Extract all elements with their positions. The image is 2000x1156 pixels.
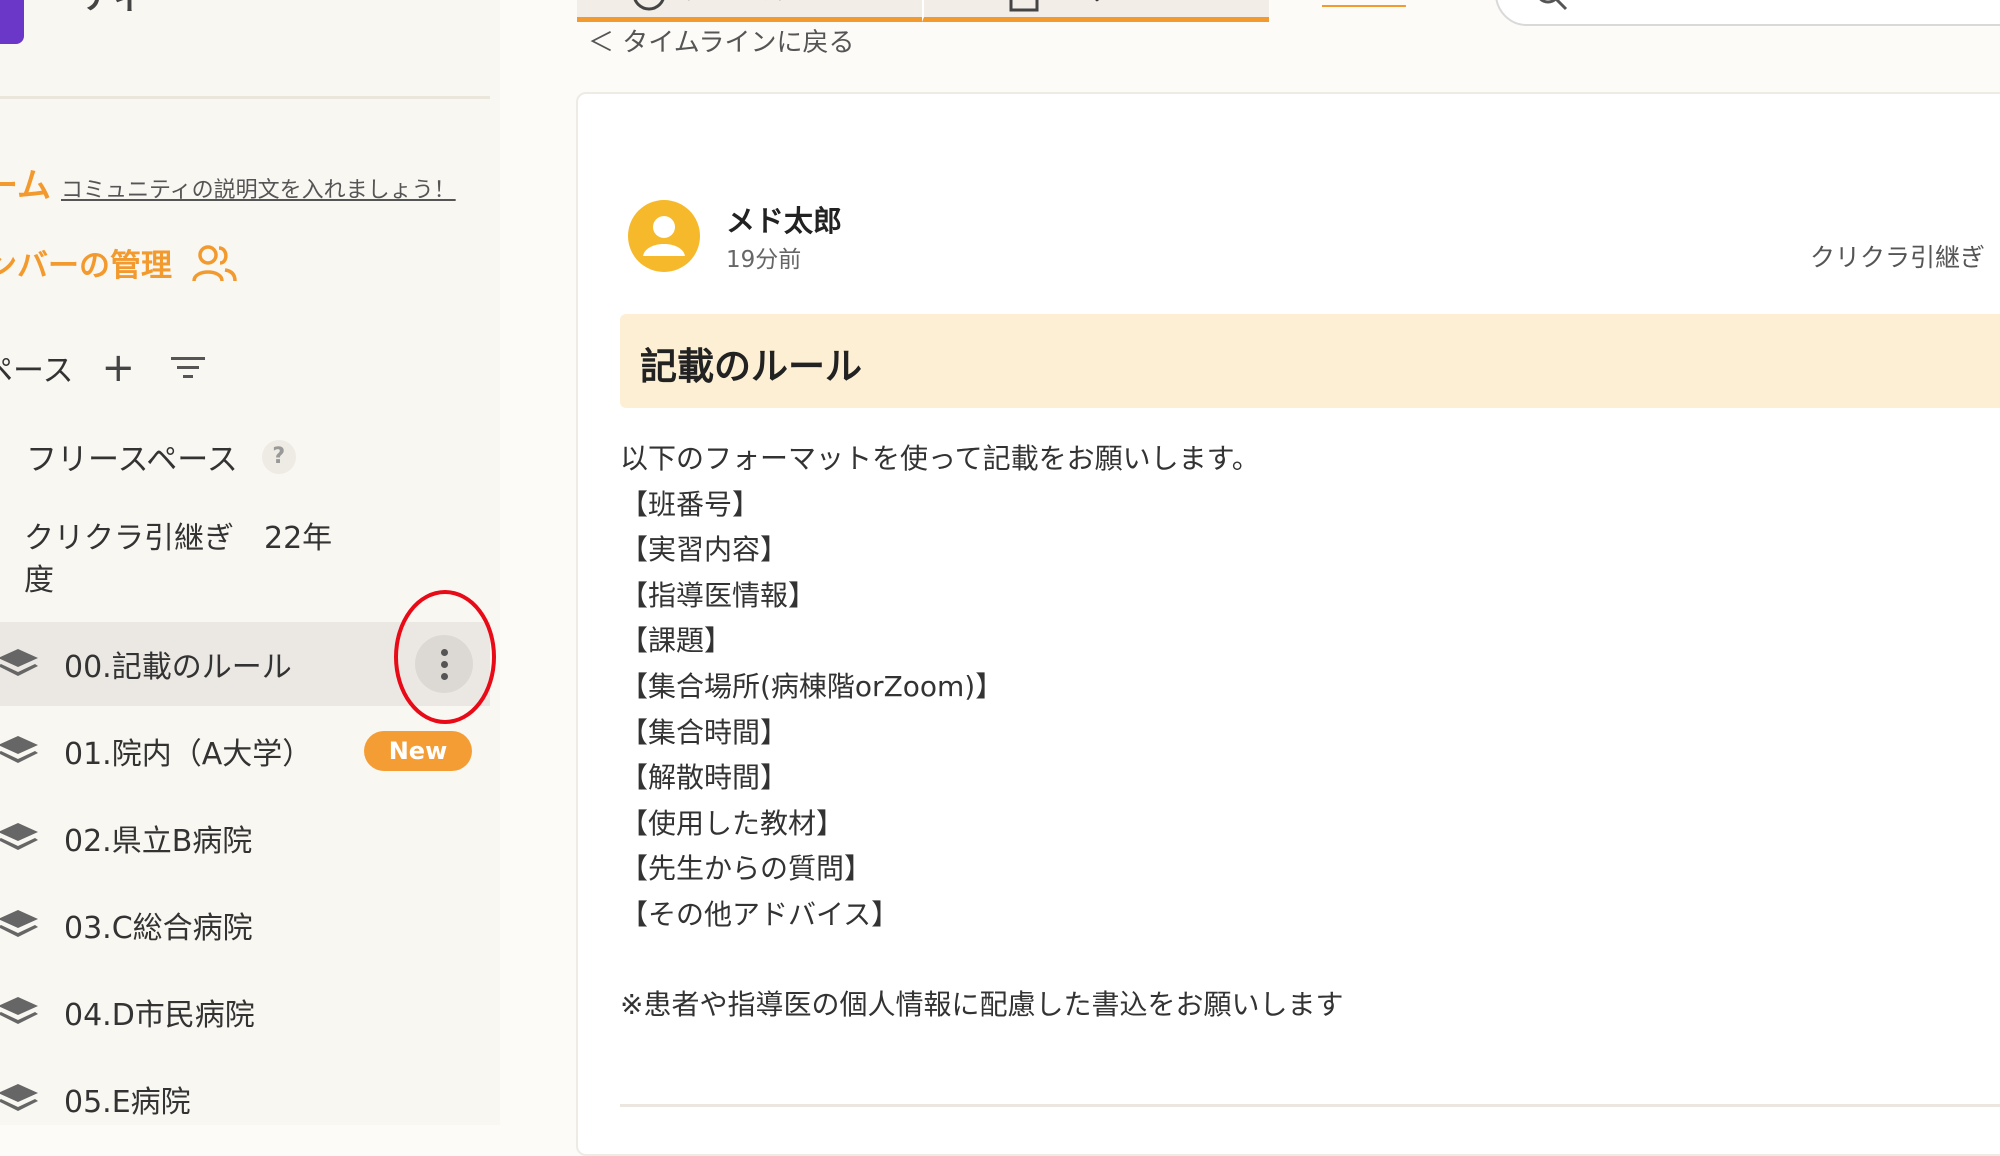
post-body-line: 【先生からの質問】 bbox=[620, 852, 873, 886]
channel-label: 03.C総合病院 bbox=[64, 911, 253, 946]
sidebar-space-group[interactable]: クリクラ引継ぎ 22年度 bbox=[24, 518, 354, 602]
search-input[interactable] bbox=[1495, 0, 2000, 26]
back-to-timeline-link[interactable]: ＜ タイムラインに戻る bbox=[588, 22, 854, 59]
people-icon bbox=[192, 244, 237, 281]
tab-label: ファイル bbox=[1058, 0, 1178, 8]
layers-icon bbox=[0, 736, 38, 763]
back-link-label: タイムラインに戻る bbox=[622, 28, 855, 58]
channel-label: 02.県立B病院 bbox=[64, 824, 253, 859]
post-body-line: 【解散時間】 bbox=[620, 761, 789, 795]
post-body-line: 【その他アドバイス】 bbox=[620, 897, 900, 931]
new-badge: New bbox=[364, 731, 472, 771]
post-body-line: 【集合場所(病棟階orZoom)】 bbox=[620, 669, 1004, 703]
clock-icon bbox=[633, 0, 665, 11]
user-avatar-icon[interactable] bbox=[628, 200, 700, 272]
file-icon bbox=[1009, 0, 1039, 12]
channel-label: 05.E病院 bbox=[64, 1085, 191, 1120]
help-icon[interactable]: ? bbox=[261, 439, 296, 474]
home-row: ームコミュニティの説明文を入れましょう！ bbox=[0, 158, 456, 207]
post-space-tag[interactable]: クリクラ引継ぎ bbox=[1810, 238, 1985, 274]
sidebar-channel-05[interactable]: 05.E病院 bbox=[0, 1057, 490, 1125]
sidebar-channel-04[interactable]: 04.D市民病院 bbox=[0, 970, 490, 1054]
sidebar-channel-02[interactable]: 02.県立B病院 bbox=[0, 796, 490, 880]
plus-icon[interactable]: + bbox=[101, 348, 135, 388]
home-link[interactable]: ーム bbox=[0, 166, 51, 206]
layers-icon bbox=[0, 910, 38, 937]
post-body-line: 【使用した教材】 bbox=[620, 806, 845, 840]
free-space-label: フリースペース bbox=[26, 442, 238, 478]
layers-icon bbox=[0, 1084, 38, 1111]
tab-files[interactable]: ファイル bbox=[922, 0, 1269, 22]
tab-timeline[interactable]: タイムライン bbox=[577, 0, 922, 22]
channel-label: 01.院内（A大学） bbox=[64, 737, 313, 772]
post-body-line: 【実習内容】 bbox=[620, 533, 789, 567]
highlight-circle bbox=[394, 590, 496, 724]
channel-label: 00.記載のルール bbox=[64, 650, 292, 685]
community-name[interactable]: ティ bbox=[80, 0, 146, 20]
post-title-box: 記載のルール bbox=[620, 314, 2000, 408]
post-body-line: 【集合時間】 bbox=[620, 715, 789, 749]
search-icon bbox=[1539, 0, 1568, 11]
sidebar-channel-03[interactable]: 03.C総合病院 bbox=[0, 883, 490, 967]
post-author[interactable]: メド太郎 bbox=[726, 198, 842, 240]
community-logo[interactable]: ↑ bbox=[0, 0, 24, 44]
sidebar-channel-01[interactable]: 01.院内（A大学） New bbox=[0, 709, 490, 793]
post-body-line: 以下のフォーマットを使って記載をお願いします。 bbox=[620, 442, 1260, 475]
card-divider bbox=[620, 1104, 2000, 1107]
top-link[interactable] bbox=[1322, 0, 1406, 9]
post-body-line: 【指導医情報】 bbox=[620, 578, 817, 612]
layers-icon bbox=[0, 997, 38, 1024]
layers-icon bbox=[0, 649, 38, 676]
post-title: 記載のルール bbox=[640, 345, 862, 388]
layers-icon bbox=[0, 823, 38, 850]
post-body-line: 【班番号】 bbox=[620, 487, 761, 521]
post-time: 19分前 bbox=[726, 247, 802, 273]
sidebar-divider bbox=[0, 96, 490, 99]
post-body-line: 【課題】 bbox=[620, 624, 733, 658]
post-body: 以下のフォーマットを使って記載をお願いします。 【班番号】 【実習内容】 【指導… bbox=[620, 436, 1260, 938]
filter-icon[interactable] bbox=[170, 355, 205, 381]
tab-bar: タイムライン ファイル bbox=[577, 0, 1269, 22]
tab-label: タイムライン bbox=[681, 0, 859, 8]
sidebar-item-free-space[interactable]: フリースペース ? bbox=[26, 434, 296, 479]
member-management-link[interactable]: ンバーの管理 bbox=[0, 240, 238, 285]
description-link[interactable]: コミュニティの説明文を入れましょう！ bbox=[61, 178, 456, 203]
spaces-header: ペース + bbox=[0, 345, 205, 390]
post-note: ※患者や指導医の個人情報に配慮した書込をお願いします bbox=[620, 988, 1344, 1021]
back-arrow-icon: ＜ bbox=[588, 28, 623, 58]
sidebar: ↑ ティ ームコミュニティの説明文を入れましょう！ ンバーの管理 ペース + フ… bbox=[0, 0, 500, 1125]
spaces-label: ペース bbox=[0, 353, 74, 389]
channel-label: 04.D市民病院 bbox=[64, 998, 255, 1033]
member-management-label: ンバーの管理 bbox=[0, 248, 172, 284]
